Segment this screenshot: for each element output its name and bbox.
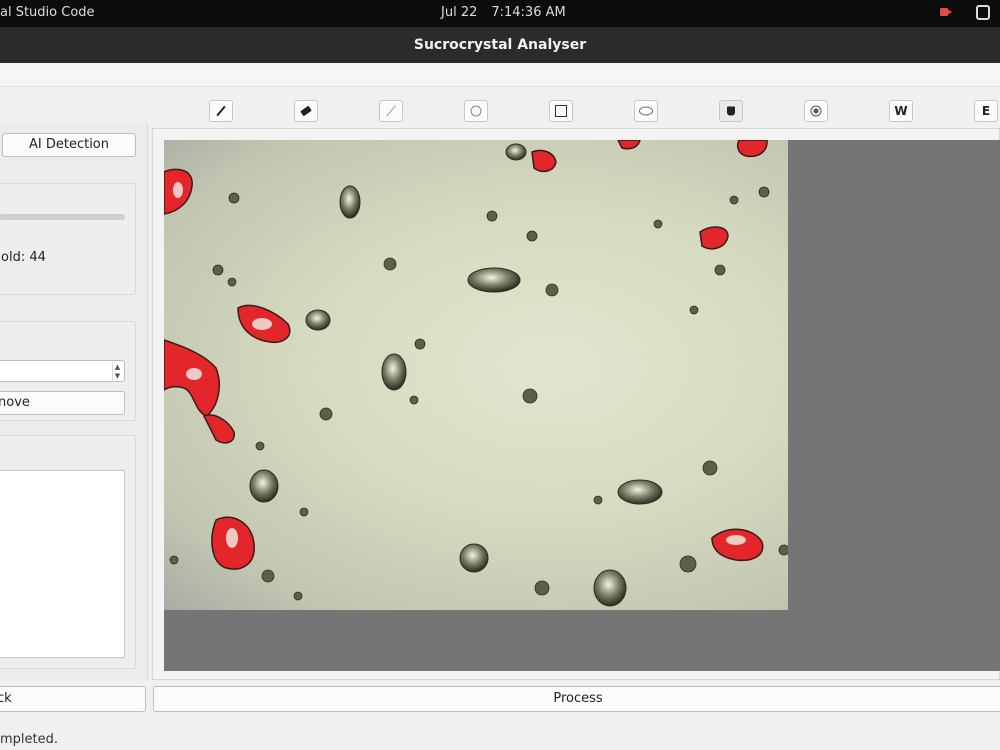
fill-tool-button[interactable] xyxy=(719,100,743,122)
target-icon xyxy=(810,105,822,117)
threshold-group: old: 44 xyxy=(0,183,136,295)
w-tool-label: W xyxy=(894,104,908,118)
pencil-icon xyxy=(216,105,226,117)
bottom-bar: ck Process xyxy=(0,680,1000,750)
microscope-image[interactable] xyxy=(164,140,788,610)
system-top-bar: al Studio Code Jul 22 7:14:36 AM xyxy=(0,0,1000,27)
ellipse-icon xyxy=(639,106,653,116)
spinbox-arrows-icon[interactable]: ▲ ▼ xyxy=(112,363,122,381)
remove-label: nove xyxy=(0,395,30,410)
system-menu-icon[interactable] xyxy=(976,5,990,20)
eraser-tool-button[interactable] xyxy=(294,100,318,122)
menu-strip xyxy=(0,63,1000,87)
ellipse-tool-button[interactable] xyxy=(634,100,658,122)
paint-bucket-icon xyxy=(727,106,735,116)
process-button[interactable]: Process xyxy=(153,686,1000,712)
window-title: Sucrocrystal Analyser xyxy=(413,37,587,53)
undetected-crystals xyxy=(249,143,663,607)
line-tool-button[interactable] xyxy=(379,100,403,122)
remove-size-spinbox[interactable]: ▲ ▼ xyxy=(0,360,125,382)
image-viewport[interactable] xyxy=(164,140,1000,671)
line-icon xyxy=(386,105,396,117)
e-tool-button[interactable]: E xyxy=(974,100,998,122)
threshold-slider[interactable] xyxy=(0,214,125,220)
remove-group: ▲ ▼ nove xyxy=(0,321,136,421)
threshold-label: old: 44 xyxy=(1,250,46,265)
eraser-icon xyxy=(300,105,312,117)
process-label: Process xyxy=(553,691,603,706)
back-button[interactable]: ck xyxy=(0,686,146,712)
window-title-bar: Sucrocrystal Analyser xyxy=(0,27,1000,63)
detected-crystals xyxy=(164,140,768,570)
drawing-toolbar: W E xyxy=(0,88,1000,128)
small-grains xyxy=(169,186,788,601)
clock-date: Jul 22 xyxy=(441,5,478,20)
target-tool-button[interactable] xyxy=(804,100,828,122)
screen-record-icon[interactable] xyxy=(940,7,952,17)
circle-icon xyxy=(470,105,482,117)
square-icon xyxy=(555,105,567,117)
results-list[interactable] xyxy=(0,470,125,658)
pencil-tool-button[interactable] xyxy=(209,100,233,122)
e-tool-label: E xyxy=(981,104,991,118)
canvas-area xyxy=(152,128,1000,680)
clock-time: 7:14:36 AM xyxy=(491,5,566,20)
active-app-name[interactable]: al Studio Code xyxy=(0,5,95,20)
back-label: ck xyxy=(0,691,12,706)
results-group xyxy=(0,435,136,669)
circle-tool-button[interactable] xyxy=(464,100,488,122)
ai-detection-button[interactable]: AI Detection xyxy=(2,133,136,157)
ai-detection-label: AI Detection xyxy=(28,137,109,152)
w-tool-button[interactable]: W xyxy=(889,100,913,122)
rectangle-tool-button[interactable] xyxy=(549,100,573,122)
remove-button[interactable]: nove xyxy=(0,391,125,415)
clock[interactable]: Jul 22 7:14:36 AM xyxy=(441,5,566,20)
status-bar-text: mpleted. xyxy=(0,732,59,747)
crystal-image-svg xyxy=(164,140,788,607)
left-sidebar: AI Detection old: 44 ▲ ▼ nove xyxy=(0,123,148,680)
